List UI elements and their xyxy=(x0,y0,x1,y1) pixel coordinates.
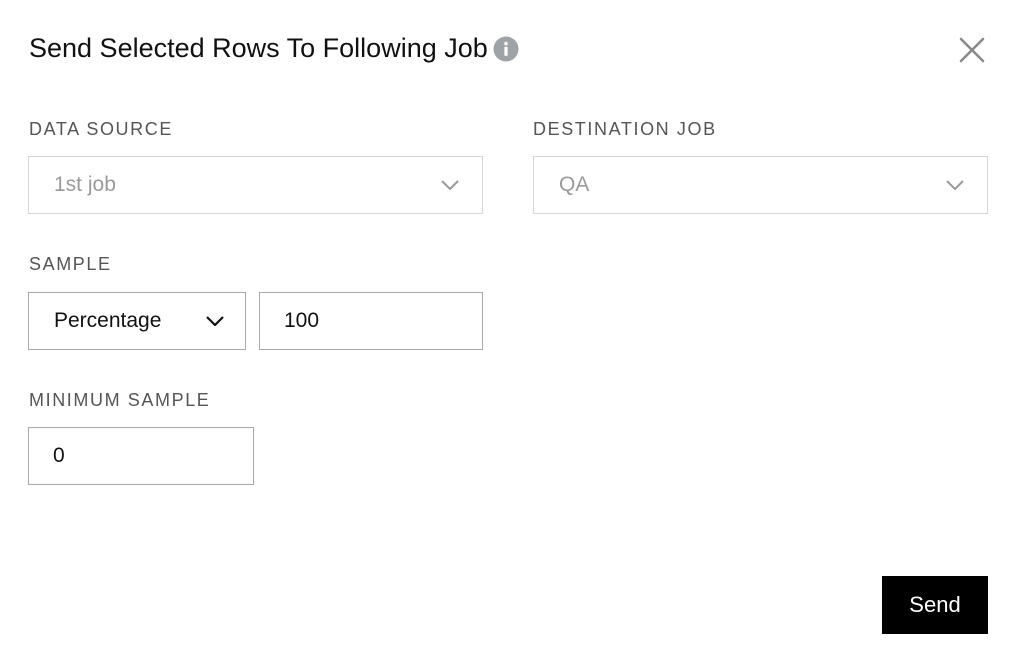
sample-amount-field[interactable] xyxy=(259,292,483,350)
info-icon[interactable] xyxy=(493,36,519,62)
chevron-down-icon xyxy=(205,315,225,327)
close-icon xyxy=(959,37,985,63)
sample-type-select[interactable]: Percentage xyxy=(28,292,246,350)
data-source-value: 1st job xyxy=(54,173,116,196)
send-rows-dialog: Send Selected Rows To Following Job DATA… xyxy=(0,0,1024,671)
sample-type-value: Percentage xyxy=(54,309,162,332)
dialog-title: Send Selected Rows To Following Job xyxy=(29,32,488,63)
minimum-sample-input[interactable] xyxy=(29,444,253,468)
data-source-select[interactable]: 1st job xyxy=(28,156,483,214)
minimum-sample-label: MINIMUM SAMPLE xyxy=(29,390,211,410)
close-button[interactable] xyxy=(955,33,989,67)
send-button[interactable]: Send xyxy=(882,576,988,634)
destination-job-label: DESTINATION JOB xyxy=(533,119,717,139)
minimum-sample-field[interactable] xyxy=(28,427,254,485)
chevron-down-icon xyxy=(440,179,460,191)
destination-job-select[interactable]: QA xyxy=(533,156,988,214)
chevron-down-icon xyxy=(945,179,965,191)
destination-job-value: QA xyxy=(559,173,590,196)
dialog-header: Send Selected Rows To Following Job xyxy=(29,30,519,66)
data-source-label: DATA SOURCE xyxy=(29,119,173,139)
sample-label: SAMPLE xyxy=(29,254,112,274)
sample-amount-input[interactable] xyxy=(260,309,482,333)
